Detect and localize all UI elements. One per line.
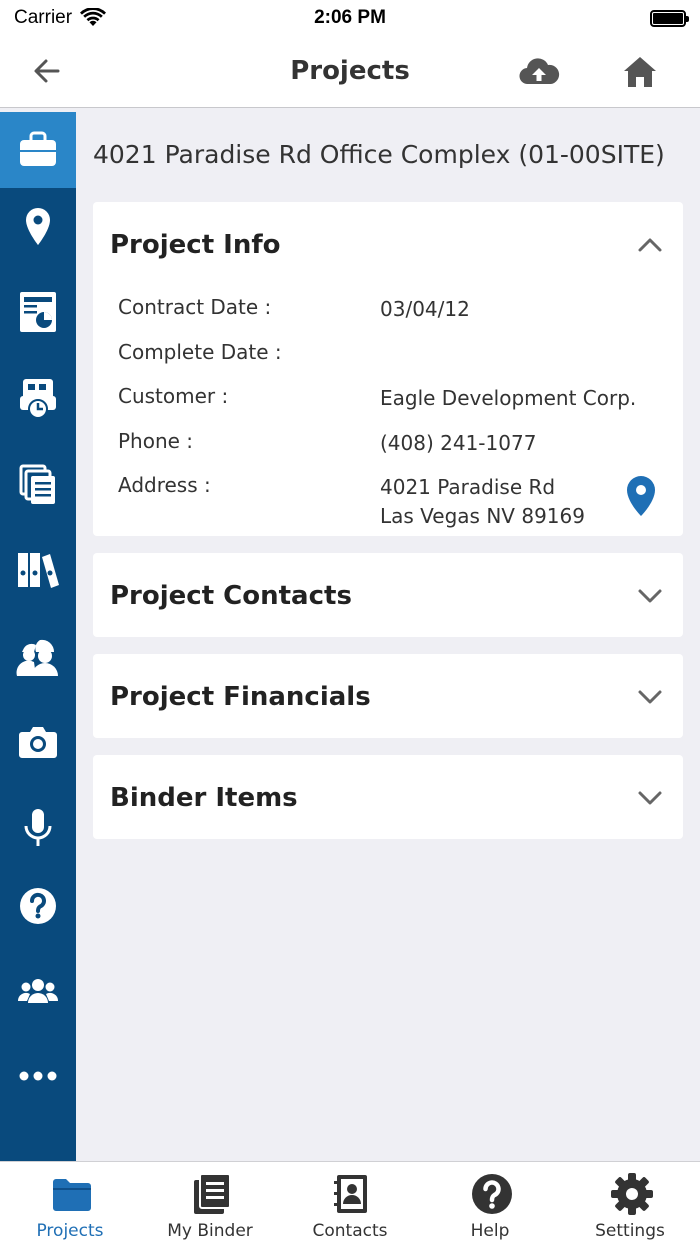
tab-label: Settings (595, 1221, 665, 1241)
sidebar-item-projects[interactable] (0, 112, 76, 188)
chevron-down-icon[interactable] (637, 684, 663, 710)
status-time: 2:06 PM (314, 7, 386, 28)
timesheet-clock-icon (20, 379, 56, 419)
help-circle-icon (472, 1174, 512, 1214)
map-pin-icon[interactable] (623, 474, 659, 518)
tab-help[interactable]: Help (420, 1162, 560, 1244)
phone-value[interactable]: (408) 241-1077 (380, 429, 536, 458)
sidebar-item-binders[interactable] (0, 532, 76, 608)
project-info-title: Project Info (110, 230, 281, 260)
sidebar-item-location[interactable] (0, 189, 76, 265)
binder-book-icon (194, 1173, 231, 1214)
tab-contacts[interactable]: Contacts (280, 1162, 420, 1244)
cloud-upload-icon[interactable] (518, 56, 560, 88)
status-left: Carrier (14, 7, 214, 29)
report-chart-icon (20, 292, 56, 332)
project-contacts-card: Project Contacts (93, 553, 683, 637)
customer-label: Customer : (118, 384, 229, 408)
battery-icon (650, 9, 689, 27)
binder-items-header[interactable]: Binder Items (93, 755, 683, 839)
tab-label: Projects (36, 1221, 104, 1241)
project-info-card: Project Info Contract Date : 03/04/12 Co… (93, 202, 683, 536)
binder-items-title: Binder Items (110, 783, 298, 813)
sidebar-item-help[interactable] (0, 868, 76, 944)
project-financials-title: Project Financials (110, 682, 371, 712)
sidebar-item-more[interactable] (0, 1038, 76, 1114)
sidebar (0, 112, 76, 1161)
project-contacts-header[interactable]: Project Contacts (93, 553, 683, 637)
sidebar-item-crew[interactable] (0, 618, 76, 694)
location-pin-icon (26, 208, 50, 245)
customer-value: Eagle Development Corp. (380, 386, 637, 410)
microphone-icon (24, 809, 52, 846)
briefcase-icon (20, 131, 56, 166)
more-icon (19, 1071, 57, 1081)
gear-icon (611, 1173, 653, 1215)
wifi-icon (80, 8, 107, 26)
status-bar: Carrier 2:06 PM (0, 0, 700, 36)
address-label: Address : (118, 473, 211, 497)
home-icon[interactable] (622, 54, 658, 90)
folder-icon (53, 1179, 91, 1211)
chevron-up-icon[interactable] (637, 232, 663, 258)
sidebar-item-documents[interactable] (0, 446, 76, 522)
tab-label: My Binder (167, 1221, 253, 1241)
complete-date-label: Complete Date : (118, 340, 282, 364)
project-contacts-title: Project Contacts (110, 581, 352, 611)
sidebar-item-team[interactable] (0, 953, 76, 1029)
project-financials-card: Project Financials (93, 654, 683, 738)
camera-icon (19, 727, 57, 758)
address-line2: Las Vegas NV 89169 (380, 504, 585, 528)
page-title: Projects (290, 56, 410, 86)
tab-label: Contacts (312, 1221, 388, 1241)
navigation-bar: Projects (0, 36, 700, 108)
group-icon (17, 979, 59, 1003)
tab-bar: Projects My Binder Contacts Help Setting… (0, 1161, 700, 1244)
tab-label: Help (470, 1221, 510, 1241)
workers-icon (16, 639, 58, 676)
sidebar-item-camera[interactable] (0, 704, 76, 780)
chevron-down-icon[interactable] (637, 785, 663, 811)
contacts-book-icon (334, 1175, 367, 1213)
project-title: 4021 Paradise Rd Office Complex (01-00SI… (93, 140, 665, 169)
tab-my-binder[interactable]: My Binder (140, 1162, 280, 1244)
binders-icon (18, 553, 59, 588)
project-info-header[interactable]: Project Info (93, 202, 683, 286)
binder-items-card: Binder Items (93, 755, 683, 839)
help-icon (20, 888, 56, 924)
sidebar-item-timesheet[interactable] (0, 360, 76, 436)
tab-settings[interactable]: Settings (560, 1162, 700, 1244)
status-right (486, 9, 689, 27)
address-line1: 4021 Paradise Rd (380, 475, 556, 499)
sidebar-item-voice[interactable] (0, 790, 76, 866)
documents-icon (19, 464, 55, 504)
carrier-label: Carrier (14, 7, 73, 28)
contract-date-value: 03/04/12 (380, 297, 470, 321)
contract-date-label: Contract Date : (118, 295, 272, 319)
chevron-down-icon[interactable] (637, 583, 663, 609)
project-financials-header[interactable]: Project Financials (93, 654, 683, 738)
sidebar-item-reports[interactable] (0, 274, 76, 350)
tab-projects[interactable]: Projects (0, 1162, 140, 1244)
phone-label: Phone : (118, 429, 194, 453)
